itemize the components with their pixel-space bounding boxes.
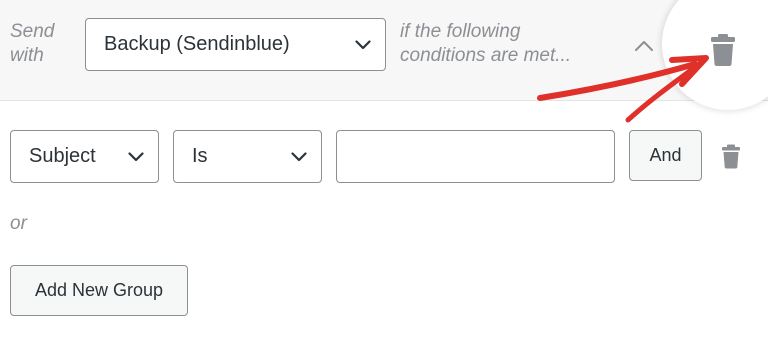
- condition-value-input[interactable]: [336, 130, 615, 183]
- add-new-group-button[interactable]: Add New Group: [10, 265, 188, 316]
- conditional-logic-panel: Send with Backup (Sendinblue) if the fol…: [0, 0, 768, 337]
- chevron-up-icon[interactable]: [632, 36, 656, 56]
- or-separator: or: [10, 213, 27, 234]
- connection-select[interactable]: Backup (Sendinblue): [85, 18, 386, 71]
- connection-select-value: Backup (Sendinblue): [104, 33, 290, 55]
- operator-select-value: Is: [192, 145, 208, 167]
- send-with-line-1: Send: [10, 21, 55, 42]
- field-select[interactable]: Subject: [10, 130, 159, 183]
- send-with-label: Send with: [10, 20, 70, 68]
- and-button[interactable]: And: [629, 130, 702, 181]
- field-select-value: Subject: [29, 145, 96, 167]
- send-with-line-2: with: [10, 45, 44, 66]
- conditions-line-2: conditions are met...: [400, 45, 572, 66]
- conditions-line-1: if the following: [400, 21, 521, 42]
- conditions-label: if the following conditions are met...: [400, 20, 610, 68]
- chevron-down-icon: [351, 33, 375, 57]
- delete-rule-trash-icon[interactable]: [721, 144, 741, 169]
- chevron-down-icon: [124, 145, 148, 169]
- chevron-down-icon: [287, 145, 311, 169]
- delete-group-trash-icon[interactable]: [710, 33, 736, 67]
- operator-select[interactable]: Is: [173, 130, 322, 183]
